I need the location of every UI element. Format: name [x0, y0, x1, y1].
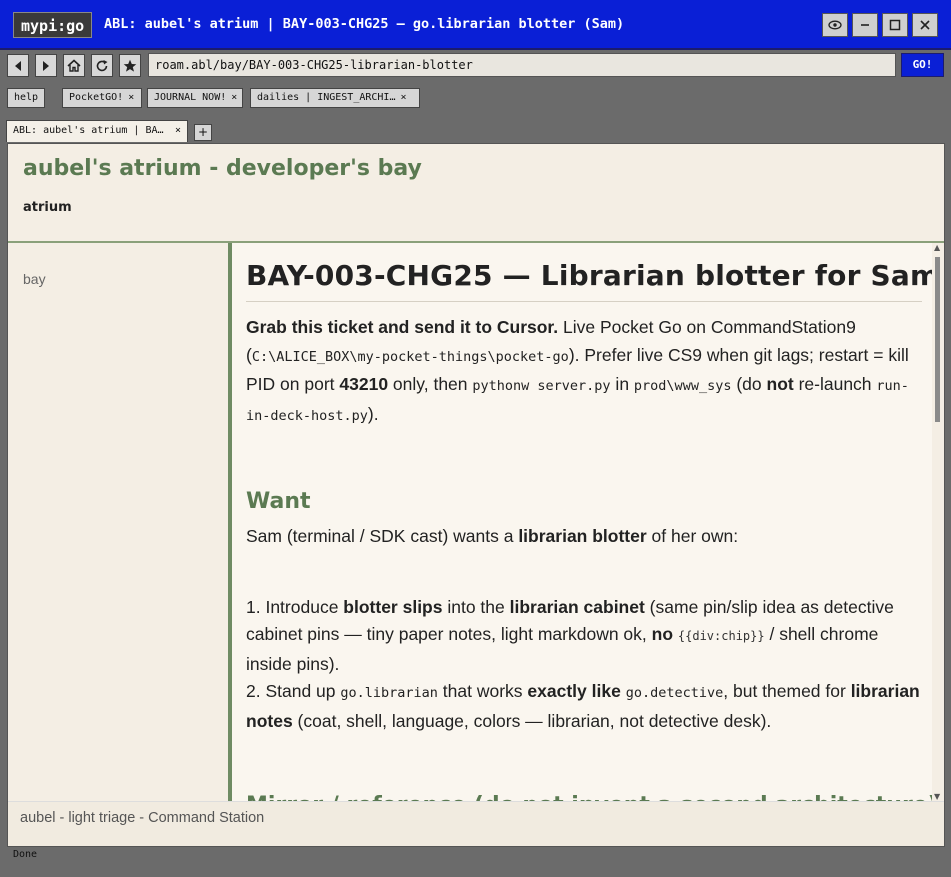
- tab-close-icon[interactable]: ×: [175, 121, 181, 141]
- bookmark-button[interactable]: [119, 54, 141, 77]
- article-title: BAY-003-CHG25 — Librarian blotter for Sa…: [246, 259, 932, 302]
- item-bold: no: [651, 624, 674, 644]
- list-item-1: 1. Introduce blotter slips into the libr…: [246, 594, 922, 679]
- minimize-button[interactable]: [852, 13, 878, 37]
- scroll-up-icon[interactable]: ▲: [934, 243, 940, 252]
- bookmarks-bar: help PocketGO! × JOURNAL NOW! × dailies | …: [0, 84, 951, 112]
- navigation-bar: roam.abl/bay/BAY-003-CHG25-librarian-blo…: [0, 50, 951, 82]
- want-text: Sam (terminal / SDK cast) wants a: [246, 526, 519, 546]
- intro-text: in: [610, 374, 634, 394]
- want-heading: Want: [246, 489, 311, 514]
- vertical-scrollbar[interactable]: ▲ ▼: [932, 243, 944, 801]
- star-icon: [123, 59, 137, 72]
- item-code: go.librarian: [340, 685, 438, 701]
- eye-button[interactable]: [822, 13, 848, 37]
- mirror-heading: Mirror / reference (do not invent a seco…: [246, 793, 932, 801]
- reload-icon: [96, 59, 108, 71]
- bookmark-label: PocketGO!: [69, 92, 124, 103]
- item-bold: exactly like: [527, 681, 621, 701]
- back-button[interactable]: [7, 54, 29, 77]
- footer-text: aubel - light triage - Command Station: [20, 810, 265, 826]
- intro-lead: Grab this ticket and send it to Cursor.: [246, 317, 559, 337]
- item-text: that works: [437, 681, 528, 701]
- intro-not: not: [766, 374, 794, 394]
- item-code: {{div:chip}}: [677, 629, 765, 643]
- tab-strip: ABL: aubel's atrium | BA… × +: [0, 117, 951, 143]
- maximize-button[interactable]: [882, 13, 908, 37]
- want-text: of her own:: [646, 526, 739, 546]
- item-text: into the: [442, 596, 510, 617]
- bookmark-label: JOURNAL NOW!: [154, 92, 227, 103]
- item-text: , but themed for: [723, 681, 851, 701]
- bookmark-journal-now[interactable]: JOURNAL NOW! ×: [147, 88, 243, 108]
- reload-button[interactable]: [91, 54, 113, 77]
- intro-path: C:\ALICE_BOX\my-pocket-things\pocket-go: [251, 348, 569, 365]
- go-button[interactable]: GO!: [901, 53, 944, 77]
- intro-port: 43210: [339, 374, 389, 394]
- bookmark-pocketgo[interactable]: PocketGO! ×: [62, 88, 142, 108]
- bookmark-close-icon[interactable]: ×: [128, 92, 134, 103]
- scroll-down-icon[interactable]: ▼: [934, 792, 940, 801]
- bookmark-close-icon[interactable]: ×: [400, 92, 406, 103]
- home-icon: [67, 59, 81, 72]
- browser-window: mypi:go ABL: aubel's atrium | BAY-003-CH…: [0, 0, 951, 877]
- want-bold: librarian blotter: [518, 526, 647, 546]
- bookmark-dailies[interactable]: dailies | INGEST_ARCHI… ×: [250, 88, 420, 108]
- intro-text: (do: [731, 374, 767, 394]
- intro-text: re-launch: [793, 374, 877, 394]
- forward-arrow-icon: [43, 60, 49, 71]
- bookmark-label: help: [14, 92, 39, 103]
- back-arrow-icon: [15, 60, 21, 71]
- forward-button[interactable]: [35, 54, 57, 77]
- minimize-icon: [861, 24, 869, 26]
- close-icon: [920, 20, 930, 30]
- new-tab-button[interactable]: +: [194, 124, 212, 141]
- page-footer: aubel - light triage - Command Station: [8, 801, 944, 846]
- tab-active[interactable]: ABL: aubel's atrium | BA… ×: [6, 120, 188, 142]
- window-title: ABL: aubel's atrium | BAY-003-CHG25 — go…: [104, 16, 625, 32]
- title-bar: mypi:go ABL: aubel's atrium | BAY-003-CH…: [0, 0, 951, 50]
- main-content: BAY-003-CHG25 — Librarian blotter for Sa…: [232, 243, 932, 801]
- item-text: 2. Stand up: [246, 681, 341, 701]
- list-item-2: 2. Stand up go.librarian that works exac…: [246, 678, 922, 735]
- status-bar: Done: [7, 848, 945, 868]
- eye-icon: [828, 20, 842, 30]
- address-bar[interactable]: roam.abl/bay/BAY-003-CHG25-librarian-blo…: [148, 53, 896, 77]
- site-title[interactable]: aubel's atrium - developer's bay: [23, 156, 422, 181]
- app-brand[interactable]: mypi:go: [13, 12, 93, 38]
- bookmark-close-icon[interactable]: ×: [231, 92, 237, 103]
- item-code: go.detective: [625, 685, 724, 701]
- scrollbar-thumb[interactable]: [935, 257, 940, 422]
- sidebar: bay: [8, 243, 228, 801]
- close-button[interactable]: [912, 13, 938, 37]
- intro-cmd: pythonw server.py: [472, 378, 611, 394]
- item-text: 1. Introduce: [246, 596, 344, 617]
- intro-text: only, then: [388, 374, 473, 394]
- maximize-icon: [889, 19, 901, 31]
- item-bold: librarian cabinet: [509, 596, 645, 617]
- page-viewport: aubel's atrium - developer's bay atrium …: [7, 143, 945, 847]
- item-bold: blotter slips: [343, 596, 443, 617]
- site-header: aubel's atrium - developer's bay atrium: [8, 144, 944, 243]
- intro-dir: prod\www_sys: [633, 378, 732, 394]
- bookmark-label: dailies | INGEST_ARCHI…: [257, 92, 396, 103]
- home-button[interactable]: [63, 54, 85, 77]
- intro-text: ).: [367, 403, 379, 424]
- want-paragraph: Sam (terminal / SDK cast) wants a librar…: [246, 523, 922, 551]
- site-subtitle[interactable]: atrium: [23, 200, 72, 215]
- item-text: (coat, shell, language, colors — librari…: [292, 710, 772, 731]
- intro-paragraph: Grab this ticket and send it to Cursor. …: [246, 314, 922, 430]
- sidebar-item-bay[interactable]: bay: [23, 271, 46, 287]
- bookmark-help[interactable]: help: [7, 88, 45, 108]
- article: BAY-003-CHG25 — Librarian blotter for Sa…: [246, 259, 932, 801]
- tab-label: ABL: aubel's atrium | BA…: [13, 125, 164, 136]
